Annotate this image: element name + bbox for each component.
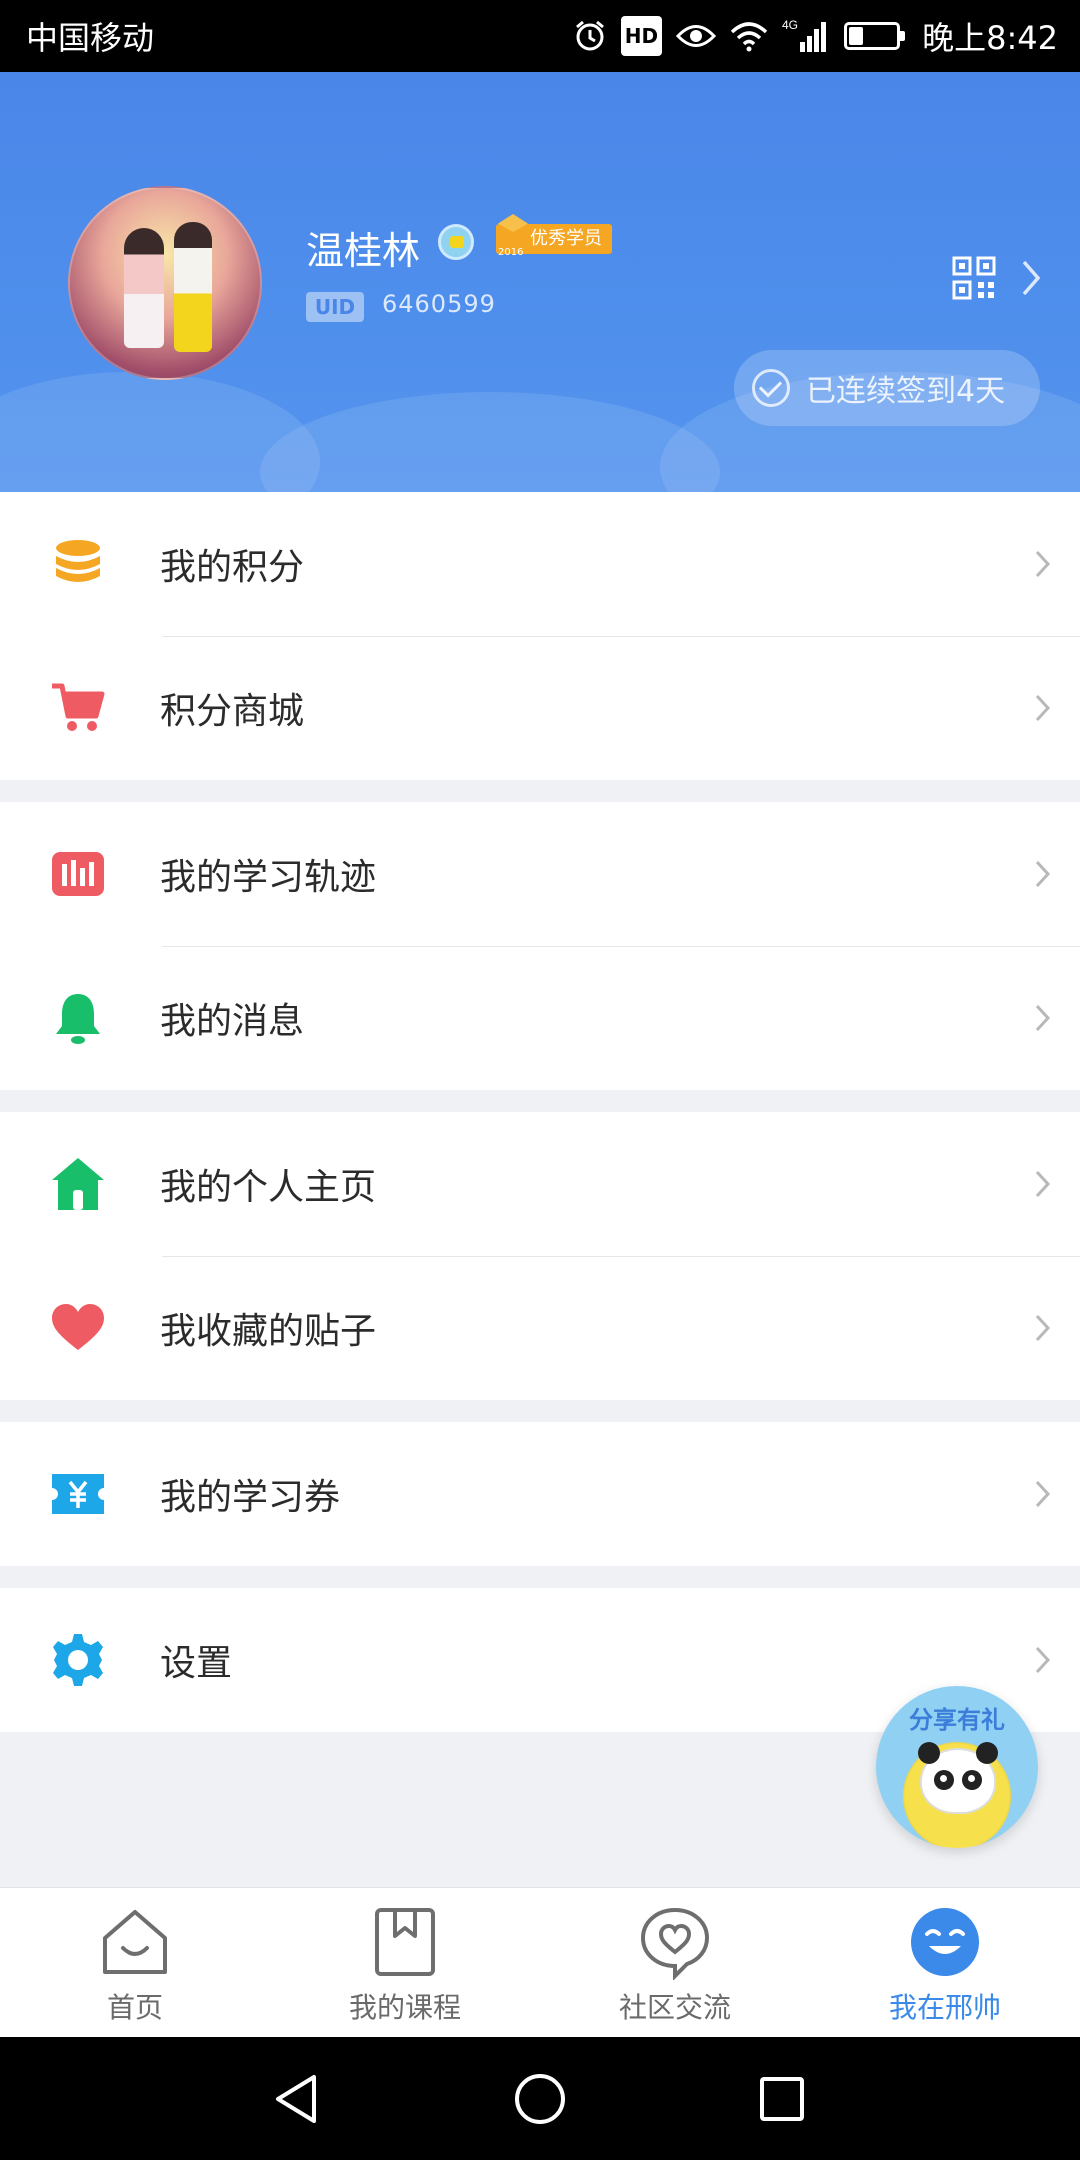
uid-tag: UID (306, 292, 364, 322)
avatar[interactable] (68, 186, 262, 380)
checkin-button[interactable]: 已连续签到4天 (734, 350, 1040, 426)
coins-icon (56, 540, 100, 582)
profile-chevron-icon[interactable] (1016, 256, 1046, 300)
menu-group-learning: 我的学习轨迹 我的消息 (0, 802, 1080, 1090)
system-nav-bar (0, 2037, 1080, 2160)
home-circle-icon[interactable] (512, 2071, 568, 2127)
carrier-name: 中国移动 (26, 19, 155, 57)
wifi-icon (730, 16, 768, 56)
uid-number: 6460599 (382, 290, 496, 318)
verified-shirt-icon (438, 224, 474, 260)
menu-item-messages[interactable]: 我的消息 (0, 946, 1080, 1090)
panda-icon (918, 1742, 998, 1814)
chevron-right-icon (1035, 1170, 1051, 1198)
tab-label: 我的课程 (348, 1991, 461, 2024)
menu-group-points: 我的积分 积分商城 (0, 492, 1080, 780)
status-bar: 中国移动 HD 4G 晚上8:42 (0, 0, 1080, 72)
qr-code-icon[interactable] (952, 256, 996, 300)
bottom-tab-bar: 首页 我的课程 社区交流 我在邢帅 (0, 1887, 1080, 2037)
menu-label: 我的学习券 (160, 1477, 341, 1518)
chevron-right-icon (1035, 860, 1051, 888)
eye-icon (676, 16, 717, 56)
menu-list: 我的积分 积分商城 我的学习轨迹 我的消息 我的个人主页 我收藏的贴子 我的学习… (0, 492, 1080, 1754)
back-icon[interactable] (270, 2071, 326, 2127)
screen: 中国移动 HD 4G 晚上8:42 温桂林 2016 优秀学员 UID 6460… (0, 0, 1080, 2160)
student-badge: 2016 优秀学员 (496, 214, 612, 258)
alarm-icon (573, 16, 607, 56)
heart-bubble-icon (640, 1907, 710, 1980)
battery-icon (844, 16, 906, 56)
tab-label: 社区交流 (618, 1991, 731, 2024)
hd-icon: HD (620, 16, 663, 56)
menu-item-coupons[interactable]: 我的学习券 (0, 1422, 1080, 1566)
chevron-right-icon (1035, 1480, 1051, 1508)
menu-label: 我的个人主页 (160, 1167, 377, 1208)
chart-icon (52, 852, 104, 896)
chevron-right-icon (1035, 1646, 1051, 1674)
graduation-cap-icon (498, 214, 528, 232)
bell-icon (56, 994, 100, 1044)
badge-label: 优秀学员 (530, 228, 602, 249)
bookmark-book-icon (375, 1908, 435, 1976)
menu-label: 我的消息 (160, 1001, 305, 1042)
ticket-icon (52, 1474, 104, 1514)
menu-group-coupons: 我的学习券 (0, 1422, 1080, 1566)
gear-icon (53, 1634, 103, 1686)
heart-icon (52, 1304, 104, 1350)
chevron-right-icon (1035, 694, 1051, 722)
user-name: 温桂林 (306, 229, 421, 273)
menu-label: 设置 (160, 1643, 233, 1684)
tab-community[interactable]: 社区交流 (540, 1888, 810, 2037)
profile-header: 温桂林 2016 优秀学员 UID 6460599 已连续签到4天 (0, 72, 1080, 492)
share-gift-button[interactable]: 分享有礼 (876, 1686, 1038, 1848)
home-icon (52, 1158, 104, 1210)
recents-icon[interactable] (754, 2071, 810, 2127)
menu-group-personal: 我的个人主页 我收藏的贴子 (0, 1112, 1080, 1400)
chevron-right-icon (1035, 1004, 1051, 1032)
badge-year: 2016 (498, 247, 524, 258)
status-icons: HD 4G 晚上8:42 (573, 13, 1058, 59)
menu-item-learning-track[interactable]: 我的学习轨迹 (0, 802, 1080, 946)
tab-label: 首页 (106, 1991, 163, 2024)
tab-me[interactable]: 我在邢帅 (810, 1888, 1080, 2037)
menu-item-homepage[interactable]: 我的个人主页 (0, 1112, 1080, 1256)
share-label: 分享有礼 (909, 1706, 1005, 1734)
signal-icon: 4G (782, 16, 830, 56)
menu-label: 积分商城 (160, 691, 305, 732)
menu-item-points-mall[interactable]: 积分商城 (0, 636, 1080, 780)
chevron-right-icon (1035, 1314, 1051, 1342)
network-type: 4G (782, 18, 798, 32)
clock: 晚上8:42 (922, 19, 1058, 57)
tab-label: 我在邢帅 (888, 1991, 1001, 2024)
smile-face-icon (911, 1908, 979, 1976)
checkin-label: 已连续签到4天 (806, 374, 1006, 409)
menu-label: 我的积分 (160, 547, 305, 588)
menu-item-my-points[interactable]: 我的积分 (0, 492, 1080, 636)
house-smile-icon (103, 1910, 167, 1974)
tab-my-courses[interactable]: 我的课程 (270, 1888, 540, 2037)
tab-home[interactable]: 首页 (0, 1888, 270, 2037)
chevron-right-icon (1035, 550, 1051, 578)
check-circle-icon (752, 369, 790, 407)
menu-label: 我收藏的贴子 (160, 1311, 377, 1352)
menu-label: 我的学习轨迹 (160, 857, 377, 898)
cart-icon (52, 683, 105, 731)
menu-item-favorite-posts[interactable]: 我收藏的贴子 (0, 1256, 1080, 1400)
